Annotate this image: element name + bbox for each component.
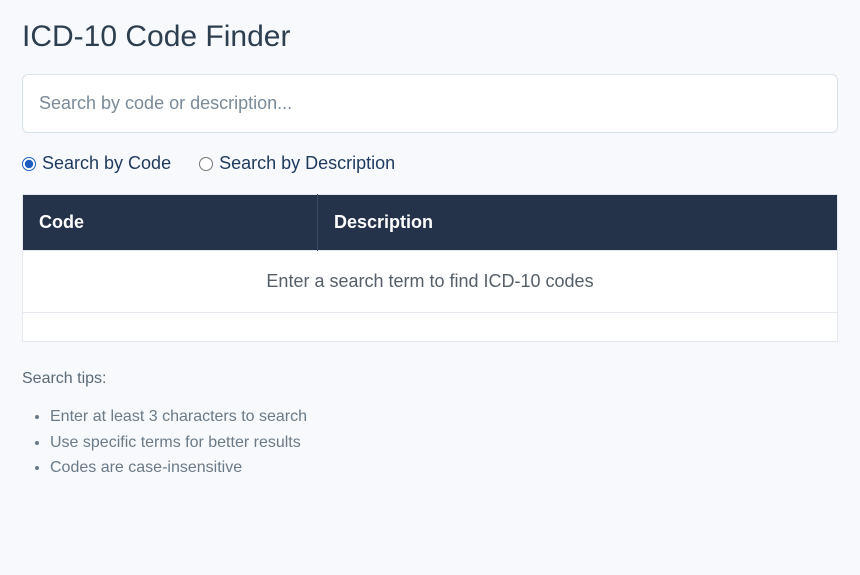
search-by-code-radio[interactable] <box>22 157 36 171</box>
column-header-code: Code <box>23 195 318 251</box>
tip-item: Codes are case-insensitive <box>50 455 838 481</box>
tips-heading: Search tips: <box>22 370 838 388</box>
search-by-description-option[interactable]: Search by Description <box>199 153 395 174</box>
search-mode-group: Search by Code Search by Description <box>22 153 838 174</box>
search-by-description-radio[interactable] <box>199 157 213 171</box>
results-table: Code Description Enter a search term to … <box>22 194 838 342</box>
search-by-code-label: Search by Code <box>42 153 171 174</box>
search-by-description-label: Search by Description <box>219 153 395 174</box>
search-input[interactable] <box>22 74 838 133</box>
column-header-description: Description <box>318 195 838 251</box>
page-title: ICD-10 Code Finder <box>22 20 838 54</box>
table-footer-row <box>23 313 838 342</box>
tips-list: Enter at least 3 characters to search Us… <box>22 404 838 481</box>
search-by-code-option[interactable]: Search by Code <box>22 153 171 174</box>
tip-item: Enter at least 3 characters to search <box>50 404 838 430</box>
search-tips-section: Search tips: Enter at least 3 characters… <box>22 370 838 481</box>
tip-item: Use specific terms for better results <box>50 430 838 456</box>
empty-state-row: Enter a search term to find ICD-10 codes <box>23 251 838 313</box>
empty-state-message: Enter a search term to find ICD-10 codes <box>23 251 838 313</box>
